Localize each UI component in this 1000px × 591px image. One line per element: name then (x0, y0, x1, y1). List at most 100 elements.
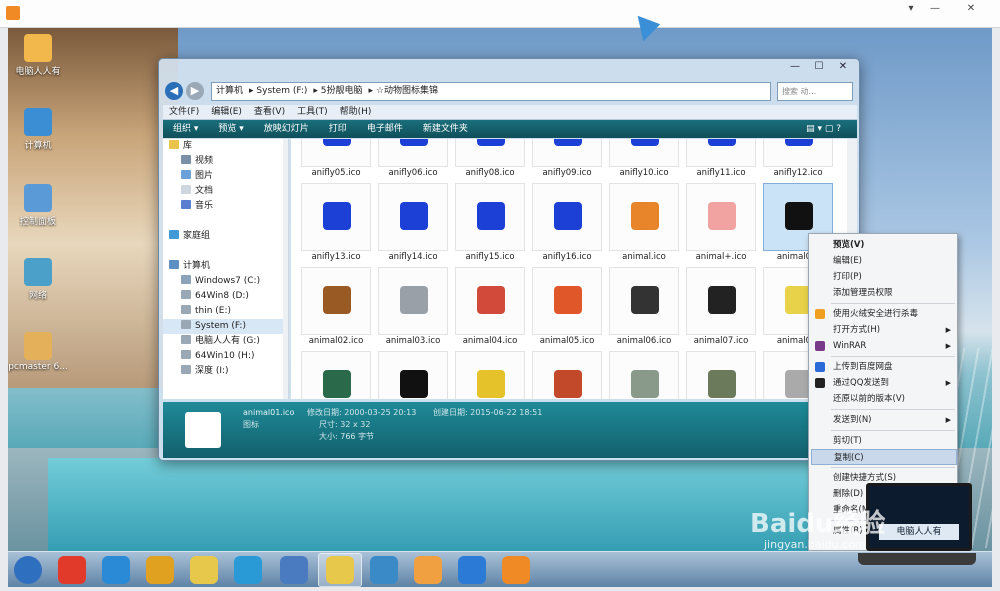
context-menu-item[interactable]: 发送到(N) ▶ (811, 412, 957, 428)
context-menu-item[interactable]: WinRAR ▶ (811, 338, 957, 354)
window-maximize-button[interactable]: ☐ (807, 61, 831, 72)
file-item[interactable]: anifly10.ico (609, 139, 679, 181)
nav-item[interactable]: 深度 (I:) (163, 364, 288, 379)
context-menu-item[interactable]: 打开方式(H) ▶ (811, 322, 957, 338)
window-close-button[interactable]: ✕ (831, 61, 855, 72)
close-icon[interactable]: ✕ (962, 3, 980, 15)
file-item[interactable]: animal07.ico (686, 267, 756, 349)
context-menu-item[interactable]: 预览(V) (811, 237, 957, 253)
preview-button[interactable]: 预览 ▾ (208, 120, 253, 138)
menu-tools[interactable]: 工具(T) (291, 105, 334, 120)
file-item[interactable]: animal.ico (609, 183, 679, 265)
file-item[interactable]: anifly12.ico (763, 139, 833, 181)
breadcrumb-drive[interactable]: System (F:) (256, 86, 307, 96)
file-item[interactable]: animal02.ico (301, 267, 371, 349)
email-button[interactable]: 电子邮件 (357, 120, 413, 138)
desktop-icon[interactable]: pcmaster 6... (8, 332, 68, 372)
context-menu-item[interactable]: 剪切(T) (811, 433, 957, 449)
context-menu-item[interactable]: 上传到百度网盘 (811, 359, 957, 375)
breadcrumb-computer[interactable]: 计算机 (216, 86, 243, 96)
address-field[interactable]: 计算机 ▸ System (F:) ▸ 5扮靓电脑 ▸ ☆动物图标集锦 (211, 82, 771, 101)
nav-item[interactable]: 64Win10 (H:) (163, 349, 288, 364)
file-item[interactable]: anifly06.ico (378, 139, 448, 181)
file-item[interactable]: animal05.ico (532, 267, 602, 349)
organize-button[interactable]: 组织 ▾ (163, 120, 208, 138)
nav-item[interactable]: 音乐 (163, 199, 288, 214)
start-orb-icon[interactable] (14, 556, 42, 584)
file-item[interactable]: anifly13.ico (301, 183, 371, 265)
file-thumbnail (686, 139, 756, 167)
nav-scrollbar[interactable] (283, 139, 288, 399)
browser-c-icon[interactable] (234, 556, 262, 584)
context-menu-item[interactable]: 添加管理员权限 (811, 285, 957, 301)
desktop-icon[interactable]: 控制面板 (8, 184, 68, 227)
desktop-icon[interactable]: 电脑人人有 (8, 34, 68, 77)
nav-item[interactable]: thin (E:) (163, 304, 288, 319)
nav-item[interactable]: 文档 (163, 184, 288, 199)
file-item[interactable]: animal04.ico (455, 267, 525, 349)
search-input[interactable]: 搜索 动... (777, 82, 853, 101)
context-menu-item[interactable]: 复制(C) (811, 449, 957, 465)
nav-item[interactable]: 64Win8 (D:) (163, 289, 288, 304)
file-item[interactable]: anifly05.ico (301, 139, 371, 181)
media-player-icon[interactable] (502, 556, 530, 584)
context-menu-item[interactable]: 通过QQ发送到 ▶ (811, 375, 957, 391)
app-jiang-icon[interactable] (58, 556, 86, 584)
file-item[interactable]: anifly15.ico (455, 183, 525, 265)
dropdown-icon[interactable]: ▾ (902, 3, 920, 15)
menu-separator (831, 303, 955, 304)
minimize-icon[interactable]: — (926, 3, 944, 15)
window-minimize-button[interactable]: — (783, 61, 807, 72)
chrome-icon[interactable] (146, 556, 174, 584)
file-item[interactable] (455, 351, 525, 399)
nav-item[interactable]: 电脑人人有 (G:) (163, 334, 288, 349)
nav-item[interactable]: 家庭组 (163, 229, 288, 244)
file-explorer-icon[interactable] (326, 556, 354, 584)
nav-item[interactable]: Windows7 (C:) (163, 274, 288, 289)
file-item[interactable] (532, 351, 602, 399)
breadcrumb-current[interactable]: ☆动物图标集锦 (376, 86, 438, 96)
file-item[interactable]: anifly14.ico (378, 183, 448, 265)
nav-item[interactable]: 计算机 (163, 259, 288, 274)
pinwheel-icon[interactable] (370, 556, 398, 584)
file-item[interactable] (301, 351, 371, 399)
menu-help[interactable]: 帮助(H) (334, 105, 378, 120)
context-menu-item[interactable]: 还原以前的版本(V) (811, 391, 957, 407)
file-item[interactable]: animal03.ico (378, 267, 448, 349)
paint-icon[interactable] (414, 556, 442, 584)
breadcrumb-folder[interactable]: 5扮靓电脑 (321, 86, 363, 96)
file-item[interactable] (609, 351, 679, 399)
animal-icon (323, 139, 351, 146)
context-menu-item[interactable]: 编辑(E) (811, 253, 957, 269)
settings-dots-icon[interactable] (458, 556, 486, 584)
print-button[interactable]: 打印 (319, 120, 357, 138)
forward-button[interactable]: ▶ (186, 82, 204, 100)
nav-item[interactable]: System (F:) (163, 319, 288, 334)
file-item[interactable]: animal06.ico (609, 267, 679, 349)
explorer-window[interactable]: — ☐ ✕ ◀ ▶ 计算机 ▸ System (F:) ▸ 5扮靓电脑 ▸ ☆动物图标集锦… (158, 58, 860, 461)
nav-item[interactable]: 视频 (163, 154, 288, 169)
menu-file[interactable]: 文件(F) (163, 105, 205, 120)
remote-desktop-icon[interactable] (280, 556, 308, 584)
desktop-icon[interactable]: 计算机 (8, 108, 68, 151)
file-item[interactable]: animal+.ico (686, 183, 756, 265)
desktop-icon[interactable]: 网络 (8, 258, 68, 301)
menu-view[interactable]: 查看(V) (248, 105, 291, 120)
internet-explorer-icon[interactable] (102, 556, 130, 584)
nav-item[interactable]: 库 (163, 139, 288, 154)
menu-edit[interactable]: 编辑(E) (205, 105, 248, 120)
slideshow-button[interactable]: 放映幻灯片 (254, 120, 319, 138)
folder-note-icon[interactable] (190, 556, 218, 584)
file-item[interactable]: anifly08.ico (455, 139, 525, 181)
back-button[interactable]: ◀ (165, 82, 183, 100)
file-item[interactable] (686, 351, 756, 399)
file-item[interactable] (378, 351, 448, 399)
file-item[interactable]: anifly16.ico (532, 183, 602, 265)
nav-item[interactable]: 图片 (163, 169, 288, 184)
file-item[interactable]: anifly11.ico (686, 139, 756, 181)
view-options-icons[interactable]: ▤ ▾ ▢ ? (796, 120, 851, 138)
file-item[interactable]: anifly09.ico (532, 139, 602, 181)
new-folder-button[interactable]: 新建文件夹 (413, 120, 478, 138)
context-menu-item[interactable]: 打印(P) (811, 269, 957, 285)
context-menu-item[interactable]: 使用火绒安全进行杀毒 (811, 306, 957, 322)
